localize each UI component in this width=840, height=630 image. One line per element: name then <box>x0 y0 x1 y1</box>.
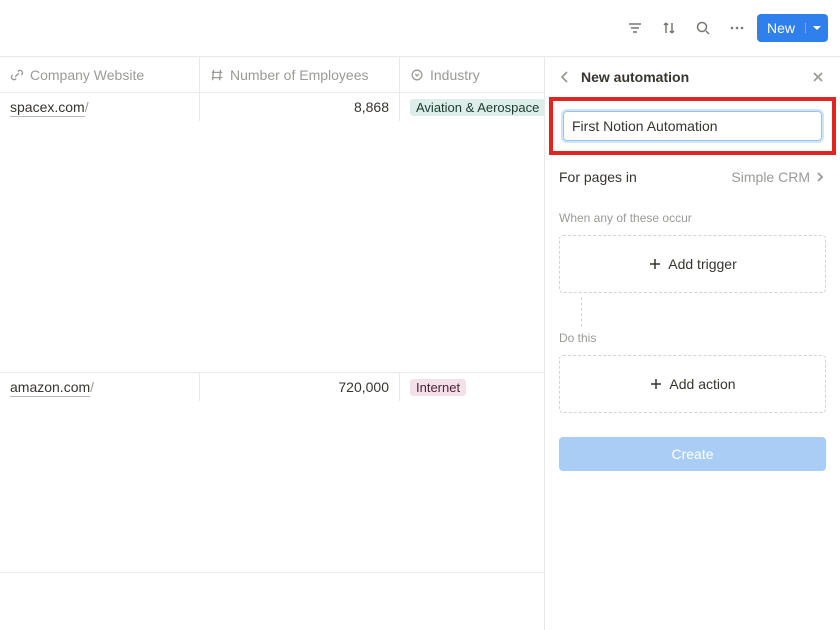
column-label: Industry <box>430 67 480 83</box>
website-link[interactable]: amazon.com <box>10 379 90 397</box>
filter-icon[interactable] <box>621 14 649 42</box>
more-icon[interactable] <box>723 14 751 42</box>
create-button[interactable]: Create <box>559 437 826 471</box>
industry-tag: Aviation & Aerospace <box>410 99 545 116</box>
column-header-website[interactable]: Company Website <box>0 57 200 92</box>
add-trigger-label: Add trigger <box>668 256 736 272</box>
sort-icon[interactable] <box>655 14 683 42</box>
for-pages-selector[interactable]: For pages in Simple CRM <box>545 161 840 197</box>
new-button-label: New <box>757 20 805 36</box>
link-icon <box>10 68 24 82</box>
url-suffix: / <box>90 379 94 395</box>
column-label: Company Website <box>30 67 144 83</box>
column-header-employees[interactable]: Number of Employees <box>200 57 400 92</box>
panel-title: New automation <box>581 69 689 85</box>
url-suffix: / <box>85 99 89 115</box>
add-trigger-button[interactable]: Add trigger <box>559 235 826 293</box>
add-action-label: Add action <box>669 376 735 392</box>
trigger-section-label: When any of these occur <box>545 197 840 231</box>
cell-website[interactable]: spacex.com/ <box>0 93 200 121</box>
number-icon <box>210 68 224 82</box>
back-icon[interactable] <box>557 69 573 85</box>
add-action-button[interactable]: Add action <box>559 355 826 413</box>
for-pages-label: For pages in <box>559 169 637 185</box>
create-button-label: Create <box>671 446 713 462</box>
employee-count: 720,000 <box>338 379 389 395</box>
action-section-label: Do this <box>545 327 840 351</box>
panel-header: New automation <box>545 57 840 97</box>
cell-employees[interactable]: 720,000 <box>200 373 400 401</box>
close-icon[interactable] <box>808 67 828 87</box>
top-toolbar: New <box>0 0 840 56</box>
new-button-dropdown[interactable] <box>805 23 828 33</box>
chevron-right-icon <box>814 171 826 183</box>
automation-panel: New automation For pages in Simple CRM W… <box>544 56 840 630</box>
cell-website[interactable]: amazon.com/ <box>0 373 200 401</box>
select-icon <box>410 68 424 82</box>
flow-connector <box>581 297 582 327</box>
industry-tag: Internet <box>410 379 466 396</box>
plus-icon <box>649 377 663 391</box>
employee-count: 8,868 <box>354 99 389 115</box>
search-icon[interactable] <box>689 14 717 42</box>
new-button[interactable]: New <box>757 14 828 42</box>
automation-name-input[interactable] <box>563 111 822 141</box>
website-link[interactable]: spacex.com <box>10 99 85 117</box>
column-label: Number of Employees <box>230 67 369 83</box>
plus-icon <box>648 257 662 271</box>
cell-employees[interactable]: 8,868 <box>200 93 400 121</box>
automation-name-highlight <box>549 97 836 155</box>
database-name: Simple CRM <box>731 169 810 185</box>
